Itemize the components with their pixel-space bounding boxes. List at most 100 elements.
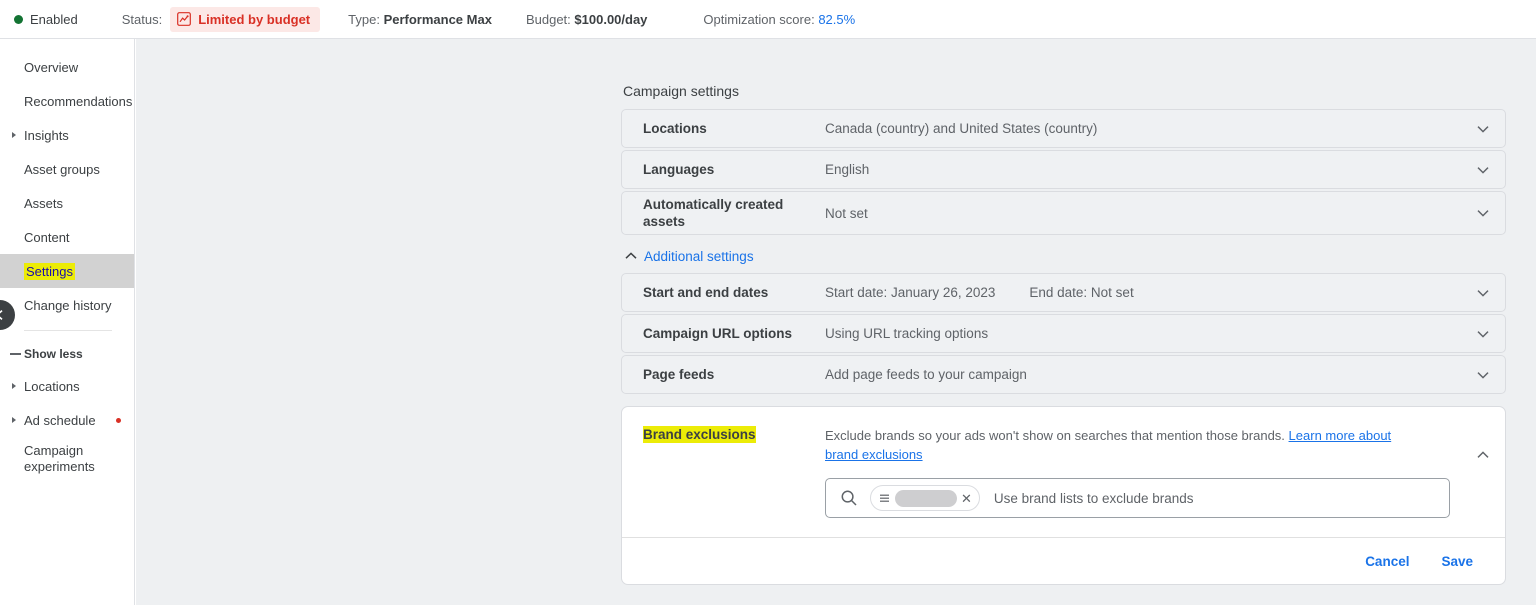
sidebar-item-insights[interactable]: Insights [0, 118, 134, 152]
campaign-enabled-status: Enabled [14, 12, 78, 27]
sidebar-item-label: Assets [24, 195, 64, 211]
type-label: Type: [348, 11, 380, 27]
remove-chip-icon[interactable]: ✕ [961, 492, 972, 505]
expand-row-button[interactable] [1461, 120, 1505, 138]
settings-row-value: Using URL tracking options [825, 326, 1461, 341]
page-title: Campaign settings [623, 83, 739, 99]
brand-exclusions-description-text: Exclude brands so your ads won't show on… [825, 428, 1285, 443]
sidebar-item-label: Recommendations [24, 93, 133, 109]
expand-row-button[interactable] [1461, 161, 1505, 179]
settings-row-page-feeds[interactable]: Page feeds Add page feeds to your campai… [621, 355, 1506, 394]
settings-row-value: Start date: January 26, 2023 End date: N… [825, 285, 1461, 300]
expand-row-button[interactable] [1461, 284, 1505, 302]
sidebar-item-label: Asset groups [24, 161, 100, 177]
sidebar-divider [24, 330, 112, 331]
brand-exclusions-label: Brand exclusions [643, 426, 756, 443]
brand-exclusions-collapse-button[interactable] [1461, 426, 1505, 518]
sidebar-item-ad-schedule[interactable]: Ad schedule [0, 403, 134, 437]
brand-exclusions-description: Exclude brands so your ads won't show on… [825, 426, 1405, 464]
notification-dot-icon [116, 417, 121, 423]
settings-row-start-and-end-dates[interactable]: Start and end dates Start date: January … [621, 273, 1506, 312]
optimization-label: Optimization score: [703, 11, 815, 27]
caret-right-icon [12, 132, 16, 138]
chevron-left-icon [0, 310, 3, 320]
settings-row-label: Automatically created assets [643, 197, 784, 229]
chevron-down-icon [1477, 330, 1489, 338]
settings-row-value-text: Using URL tracking options [825, 326, 989, 341]
optimization-score: Optimization score: 82.5% [703, 12, 855, 27]
campaign-type: Type: Performance Max [348, 12, 492, 27]
settings-row-value: Canada (country) and United States (coun… [825, 121, 1461, 136]
sidebar-item-settings[interactable]: Settings [0, 254, 134, 288]
settings-row-value-text: Canada (country) and United States (coun… [825, 121, 1098, 136]
sidebar-item-label: Change history [24, 297, 112, 313]
chevron-down-icon [1477, 371, 1489, 379]
sidebar-item-recommendations[interactable]: Recommendations [0, 84, 134, 118]
budget-label: Budget: [525, 11, 571, 27]
settings-row-value: English [825, 162, 1461, 177]
brand-exclusions-content: Exclude brands so your ads won't show on… [825, 426, 1461, 518]
brand-list-chip-value [895, 489, 957, 507]
expand-row-button[interactable] [1461, 366, 1505, 384]
chevron-up-icon [623, 248, 639, 264]
status-badge[interactable]: Limited by budget [170, 6, 321, 32]
settings-row-value-text: Start date: January 26, 2023 [825, 285, 996, 300]
sidebar: Overview Recommendations Insights Asset … [0, 39, 135, 605]
settings-row-locations[interactable]: Locations Canada (country) and United St… [621, 109, 1506, 148]
chart-trend-icon [177, 12, 192, 26]
sidebar-item-label: Locations [24, 378, 80, 394]
settings-row-automatically-created-assets[interactable]: Automatically created assets Not set [621, 191, 1506, 235]
sidebar-item-content[interactable]: Content [0, 220, 134, 254]
cancel-button[interactable]: Cancel [1355, 548, 1419, 575]
sidebar-item-label: Campaign experiments [24, 443, 95, 474]
optimization-value: 82.5% [818, 11, 856, 27]
sidebar-item-label: Content [24, 229, 70, 245]
chevron-down-icon [1477, 289, 1489, 297]
settings-row-label: Start and end dates [643, 285, 769, 300]
brand-list-chip[interactable]: ✕ [870, 485, 980, 511]
settings-row-languages[interactable]: Languages English [621, 150, 1506, 189]
settings-row-campaign-url-options[interactable]: Campaign URL options Using URL tracking … [621, 314, 1506, 353]
save-button[interactable]: Save [1431, 548, 1483, 575]
sidebar-show-less-button[interactable]: Show less [0, 339, 134, 369]
main-content: Campaign settings Locations Canada (coun… [136, 39, 1536, 605]
expand-row-button[interactable] [1461, 325, 1505, 343]
status-label: Status: [121, 11, 163, 27]
settings-row-value: Not set [825, 206, 1461, 221]
settings-row-label: Campaign URL options [643, 326, 793, 341]
settings-row-label: Page feeds [643, 367, 715, 382]
sidebar-item-asset-groups[interactable]: Asset groups [0, 152, 134, 186]
sidebar-item-label: Overview [24, 59, 79, 75]
settings-row-value-text: Add page feeds to your campaign [825, 367, 1027, 382]
additional-settings-label: Additional settings [644, 248, 754, 264]
sidebar-item-label: Settings [24, 262, 75, 280]
search-icon [840, 489, 858, 507]
sidebar-item-assets[interactable]: Assets [0, 186, 134, 220]
enabled-label: Enabled [30, 11, 78, 27]
sidebar-show-less-label: Show less [24, 347, 83, 361]
sidebar-item-campaign-experiments[interactable]: Campaign experiments [0, 437, 134, 481]
sidebar-item-label: Ad schedule [24, 412, 96, 428]
status-dot-icon [14, 14, 23, 24]
brand-exclusions-body: Brand exclusions Exclude brands so your … [622, 407, 1505, 537]
brand-exclusions-card: Brand exclusions Exclude brands so your … [621, 406, 1506, 585]
sidebar-item-overview[interactable]: Overview [0, 50, 134, 84]
sidebar-item-locations[interactable]: Locations [0, 369, 134, 403]
brand-exclusions-label-column: Brand exclusions [643, 426, 825, 518]
campaign-budget: Budget: $100.00/day [526, 12, 647, 27]
settings-row-value-text: Not set [825, 205, 868, 221]
list-icon [878, 492, 891, 505]
chevron-down-icon [1477, 166, 1489, 174]
caret-right-icon [12, 417, 16, 423]
brand-lists-search-field[interactable]: ✕ Use brand lists to exclude brands [825, 478, 1450, 518]
expand-row-button[interactable] [1461, 204, 1505, 222]
settings-row-label: Languages [643, 162, 715, 177]
settings-row-value-text-secondary: End date: Not set [1029, 285, 1134, 300]
sidebar-item-change-history[interactable]: Change history [0, 288, 134, 322]
type-value: Performance Max [383, 11, 492, 27]
additional-settings-toggle[interactable]: Additional settings [623, 248, 1506, 264]
chevron-down-icon [1477, 210, 1489, 217]
settings-row-value-text: English [825, 162, 870, 177]
caret-right-icon [12, 383, 16, 389]
chevron-down-icon [1477, 125, 1489, 133]
